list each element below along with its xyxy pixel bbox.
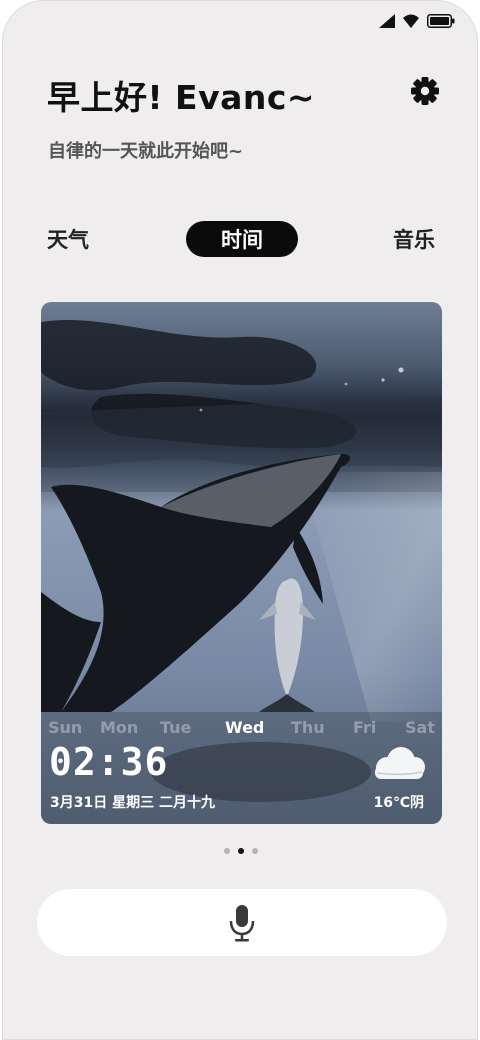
time-card[interactable]: Sun Mon Tue Wed Thu Fri Sat 02:36 3月31日 … xyxy=(41,302,442,824)
cloud-icon xyxy=(375,747,425,779)
page-dot[interactable] xyxy=(224,848,230,854)
tab-weather[interactable]: 天气 xyxy=(47,221,89,257)
date-text: 3月31日 星期三 二月十九 xyxy=(50,795,215,811)
status-bar xyxy=(379,11,455,31)
tab-music[interactable]: 音乐 xyxy=(393,221,435,257)
day-thu[interactable]: Thu xyxy=(291,718,325,737)
weekday-row: Sun Mon Tue Wed Thu Fri Sat xyxy=(41,718,442,740)
day-sun[interactable]: Sun xyxy=(48,718,82,737)
day-wed[interactable]: Wed xyxy=(225,718,264,737)
greeting-title: 早上好! Evanc~ xyxy=(47,78,316,117)
phone-screen: 早上好! Evanc~ 自律的一天就此开始吧~ 天气 时间 音乐 Sun Mon… xyxy=(2,0,478,1040)
day-sat[interactable]: Sat xyxy=(405,718,435,737)
greeting-subtitle: 自律的一天就此开始吧~ xyxy=(48,141,244,162)
page-dot[interactable] xyxy=(252,848,258,854)
weather-text: 16℃阴 xyxy=(373,795,424,811)
day-mon[interactable]: Mon xyxy=(100,718,138,737)
clock-time: 02:36 xyxy=(49,740,169,784)
page-dot-active[interactable] xyxy=(238,848,244,854)
page-indicator xyxy=(224,848,258,854)
tab-time[interactable]: 时间 xyxy=(186,221,298,257)
microphone-icon xyxy=(229,905,255,942)
day-tue[interactable]: Tue xyxy=(160,718,191,737)
voice-input-button[interactable] xyxy=(37,889,447,956)
day-fri[interactable]: Fri xyxy=(353,718,376,737)
wifi-icon xyxy=(403,14,419,28)
signal-icon xyxy=(379,14,395,28)
gear-icon xyxy=(411,77,439,105)
battery-icon xyxy=(427,14,455,28)
settings-button[interactable] xyxy=(407,73,443,109)
